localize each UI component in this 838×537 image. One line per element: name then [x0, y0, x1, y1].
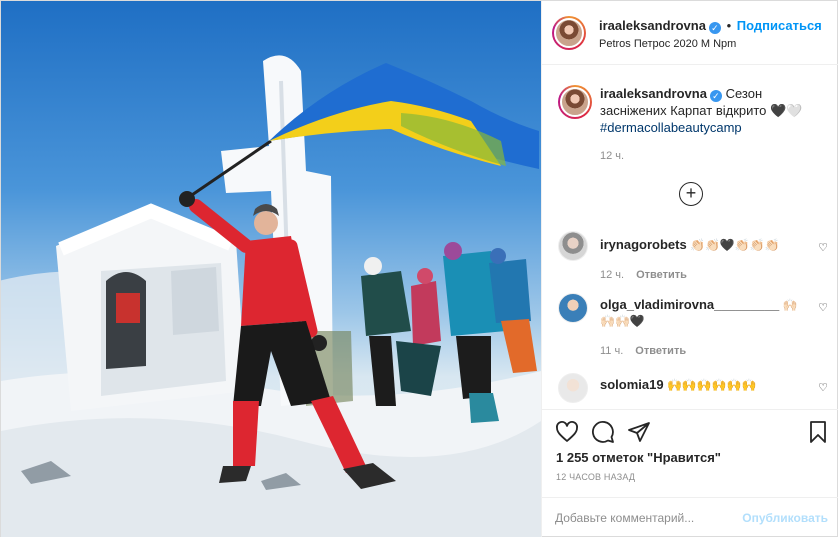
- post-actions: 1 255 отметок "Нравится" 12 ЧАСОВ НАЗАД: [542, 409, 838, 499]
- plus-circle-icon[interactable]: +: [679, 182, 703, 206]
- paper-plane-icon[interactable]: [627, 420, 651, 444]
- bookmark-icon[interactable]: [806, 420, 830, 444]
- commenter-avatar[interactable]: [558, 231, 588, 261]
- post-side-panel: iraaleksandrovna ✓ • Подписаться Petros П…: [541, 1, 838, 537]
- post-timestamp[interactable]: 12 ЧАСОВ НАЗАД: [556, 472, 635, 482]
- commenter-avatar[interactable]: [558, 373, 588, 403]
- caption-username[interactable]: iraaleksandrovna: [600, 86, 707, 101]
- location-link[interactable]: Petros Петрос 2020 M Npm: [599, 38, 736, 50]
- separator-dot: •: [726, 18, 732, 33]
- publish-button[interactable]: Опубликовать: [742, 511, 828, 525]
- comment-text: 👏🏻👏🏻🖤👏🏻👏🏻👏🏻: [690, 238, 780, 252]
- comment-age: 12 ч.: [600, 269, 625, 281]
- caption-text: iraaleksandrovna ✓ Сезон засніжених Карпа…: [600, 85, 828, 165]
- comment-icon[interactable]: [591, 420, 615, 444]
- comment-body: solomia19 🙌🙌🙌🙌🙌🙌: [600, 377, 800, 393]
- comment-username[interactable]: solomia19: [600, 377, 664, 392]
- comment-like-heart-icon[interactable]: ♡: [818, 241, 828, 254]
- follow-button[interactable]: Подписаться: [737, 18, 822, 33]
- comment-body: irynagorobets 👏🏻👏🏻🖤👏🏻👏🏻👏🏻 12 ч. Ответить: [600, 237, 800, 283]
- comment-text: 🙌🙌🙌🙌🙌🙌: [666, 378, 757, 392]
- photo-scene: [1, 55, 541, 537]
- likes-count[interactable]: 1 255 отметок "Нравится": [556, 450, 721, 465]
- comment-username[interactable]: olga_vladimirovna_________: [600, 297, 779, 312]
- author-username[interactable]: iraaleksandrovna: [599, 18, 706, 33]
- comment-age: 11 ч.: [600, 345, 624, 357]
- comment-username[interactable]: irynagorobets: [600, 237, 687, 252]
- comment-body: olga_vladimirovna_________ 🙌🏻🙌🏻🙌🏻🖤 11 ч.…: [600, 297, 800, 359]
- instagram-post: iraaleksandrovna ✓ • Подписаться Petros П…: [0, 0, 838, 537]
- reply-button[interactable]: Ответить: [635, 345, 686, 357]
- reply-button[interactable]: Ответить: [636, 269, 687, 281]
- comment-input[interactable]: Добавьте комментарий...: [555, 511, 694, 525]
- add-comment-bar: Добавьте комментарий... Опубликовать: [542, 497, 838, 537]
- caption-age: 12 ч.: [600, 150, 625, 162]
- caption-hashtag[interactable]: #dermacollabeautycamp: [600, 120, 742, 135]
- heart-icon[interactable]: [555, 420, 579, 444]
- author-avatar[interactable]: [552, 16, 586, 50]
- verified-badge-icon: ✓: [708, 22, 721, 34]
- comment-like-heart-icon[interactable]: ♡: [818, 301, 828, 314]
- post-photo[interactable]: [1, 1, 541, 537]
- commenter-avatar[interactable]: [558, 293, 588, 323]
- comments-list[interactable]: iraaleksandrovna ✓ Сезон засніжених Карпа…: [542, 65, 838, 409]
- verified-badge-icon: ✓: [709, 90, 722, 102]
- comment-like-heart-icon[interactable]: ♡: [818, 381, 828, 394]
- post-header: iraaleksandrovna ✓ • Подписаться Petros П…: [542, 1, 838, 65]
- caption-author-avatar[interactable]: [558, 85, 592, 119]
